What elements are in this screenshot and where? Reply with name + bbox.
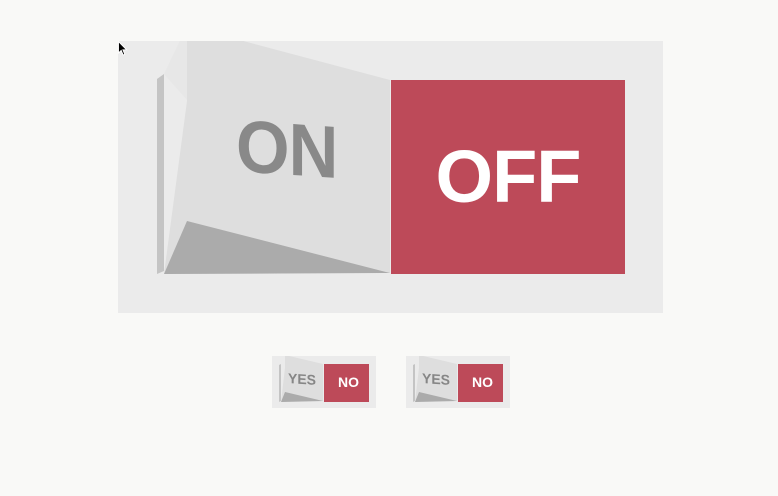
switch-on-label: ON [236, 104, 338, 195]
switch-yes-label: YES [288, 370, 317, 388]
on-off-toggle-switch[interactable]: ON OFF [118, 41, 663, 313]
yes-no-toggle-switch-1[interactable]: YES NO [272, 356, 376, 408]
yes-no-toggle-switch-2[interactable]: YES NO [406, 356, 510, 408]
page: ON OFF YES NO YES NO [0, 0, 778, 496]
switch-no-label: NO [472, 374, 493, 390]
switch-off-label: OFF [435, 135, 582, 218]
mouse-pointer-icon [118, 41, 128, 56]
switch-yes-label: YES [422, 370, 451, 388]
switch-no-label: NO [338, 374, 359, 390]
